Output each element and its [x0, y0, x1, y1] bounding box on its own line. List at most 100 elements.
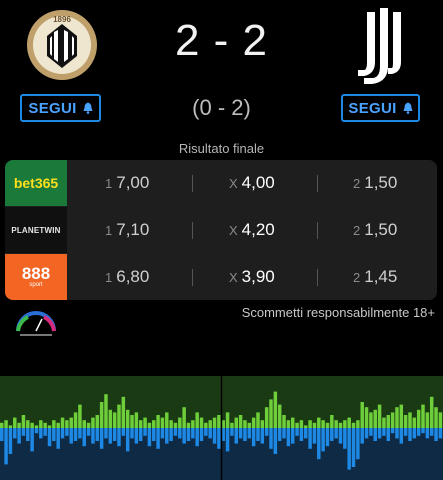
momentum-away-bar	[173, 428, 178, 436]
follow-away-button[interactable]: SEGUI	[341, 94, 420, 122]
planetwin-logo[interactable]: PLANETWIN	[5, 207, 67, 253]
momentum-away-bar	[73, 428, 78, 441]
divider	[317, 175, 318, 192]
momentum-away-bar	[182, 428, 186, 444]
momentum-home-bar	[234, 417, 238, 428]
momentum-home-bar	[412, 417, 417, 428]
momentum-home-bar	[108, 409, 113, 428]
momentum-away-bar	[234, 428, 238, 444]
momentum-away-bar	[39, 428, 43, 439]
momentum-away-bar	[78, 428, 82, 439]
momentum-away-bar	[373, 428, 377, 441]
momentum-away-bar	[334, 428, 338, 439]
momentum-home-bar	[299, 420, 304, 428]
odds-card: bet365 1 7,00 X 4,00 2 1,50 PLANETWIN 1 7,10…	[5, 160, 437, 300]
odd-draw[interactable]: X 3,90	[229, 267, 275, 287]
momentum-home-bar	[195, 412, 199, 428]
momentum-away-bar	[99, 428, 104, 449]
momentum-home-bar	[373, 409, 377, 428]
match-momentum-graph	[0, 376, 443, 480]
momentum-away-bar	[412, 428, 417, 439]
momentum-home-bar	[73, 412, 78, 428]
momentum-away-bar	[125, 428, 130, 452]
momentum-away-bar	[117, 428, 121, 447]
momentum-home-bar	[290, 417, 295, 428]
momentum-away-bar	[121, 428, 126, 436]
momentum-away-bar	[165, 428, 169, 444]
momentum-away-bar	[399, 428, 404, 444]
momentum-away-bar	[416, 428, 421, 436]
momentum-home-bar	[147, 422, 152, 428]
momentum-home-bar	[251, 417, 256, 428]
divider	[192, 222, 193, 239]
momentum-home-bar	[143, 417, 147, 428]
momentum-home-bar	[295, 422, 299, 428]
momentum-away-bar	[260, 428, 265, 444]
momentum-home-bar	[178, 417, 182, 428]
momentum-home-bar	[69, 417, 73, 428]
momentum-away-bar	[8, 428, 13, 454]
momentum-home-bar	[169, 420, 173, 428]
momentum-away-bar	[360, 428, 364, 444]
momentum-home-bar	[78, 404, 82, 428]
bet365-logo[interactable]: bet365	[5, 160, 67, 206]
momentum-home-bar	[369, 412, 373, 428]
momentum-home-bar	[360, 402, 364, 428]
odd-draw[interactable]: X 4,20	[229, 220, 275, 240]
momentum-home-bar	[208, 420, 212, 428]
momentum-away-bar	[212, 428, 217, 444]
odd-away-win[interactable]: 2 1,45	[353, 267, 397, 287]
momentum-away-bar	[408, 428, 412, 441]
momentum-home-bar	[130, 415, 134, 428]
momentum-home-bar	[156, 415, 160, 428]
odd-away-win[interactable]: 2 1,50	[353, 220, 397, 240]
momentum-away-bar	[30, 428, 34, 452]
momentum-away-bar	[351, 428, 356, 467]
momentum-away-bar	[43, 428, 47, 436]
momentum-home-bar	[247, 422, 252, 428]
momentum-home-bar	[277, 404, 282, 428]
odd-home-win[interactable]: 1 7,10	[105, 220, 149, 240]
momentum-home-bar	[399, 404, 404, 428]
momentum-away-bar	[347, 428, 351, 470]
momentum-home-bar	[125, 409, 130, 428]
momentum-home-bar	[377, 404, 382, 428]
momentum-home-bar	[82, 420, 86, 428]
momentum-away-bar	[52, 428, 56, 441]
momentum-away-bar	[312, 428, 317, 444]
momentum-home-bar	[308, 420, 312, 428]
momentum-away-bar	[204, 428, 208, 436]
momentum-away-bar	[438, 428, 443, 439]
odd-draw[interactable]: X 4,00	[229, 173, 275, 193]
momentum-home-bar	[269, 399, 273, 428]
momentum-home-bar	[52, 420, 56, 428]
responsible-gaming-logo[interactable]	[14, 309, 58, 337]
momentum-away-bar	[143, 428, 147, 436]
momentum-home-bar	[347, 417, 351, 428]
888sport-logo[interactable]: 888 sport	[5, 254, 67, 300]
momentum-home-bar	[13, 417, 17, 428]
odd-away-win[interactable]: 2 1,50	[353, 173, 397, 193]
momentum-home-bar	[425, 412, 430, 428]
momentum-away-bar	[134, 428, 139, 444]
momentum-home-bar	[273, 391, 278, 428]
odds-row-888sport[interactable]: 888 sport 1 6,80 X 3,90 2 1,45	[5, 254, 437, 300]
momentum-home-bar	[182, 407, 186, 428]
momentum-away-bar	[191, 428, 195, 439]
odd-home-win[interactable]: 1 6,80	[105, 267, 149, 287]
momentum-away-bar	[273, 428, 278, 454]
momentum-home-bar	[390, 412, 395, 428]
momentum-away-bar	[390, 428, 395, 434]
momentum-away-bar	[421, 428, 425, 434]
momentum-away-bar	[256, 428, 260, 441]
odds-row-planetwin[interactable]: PLANETWIN 1 7,10 X 4,20 2 1,50	[5, 207, 437, 253]
momentum-away-bar	[247, 428, 252, 439]
odd-home-win[interactable]: 1 7,00	[105, 173, 149, 193]
momentum-away-bar	[34, 428, 39, 434]
momentum-away-bar	[317, 428, 321, 460]
momentum-away-bar	[60, 428, 65, 439]
odds-row-bet365[interactable]: bet365 1 7,00 X 4,00 2 1,50	[5, 160, 437, 206]
match-status: Risultato finale	[178, 141, 265, 156]
momentum-home-bar	[225, 412, 230, 428]
momentum-away-bar	[377, 428, 382, 439]
